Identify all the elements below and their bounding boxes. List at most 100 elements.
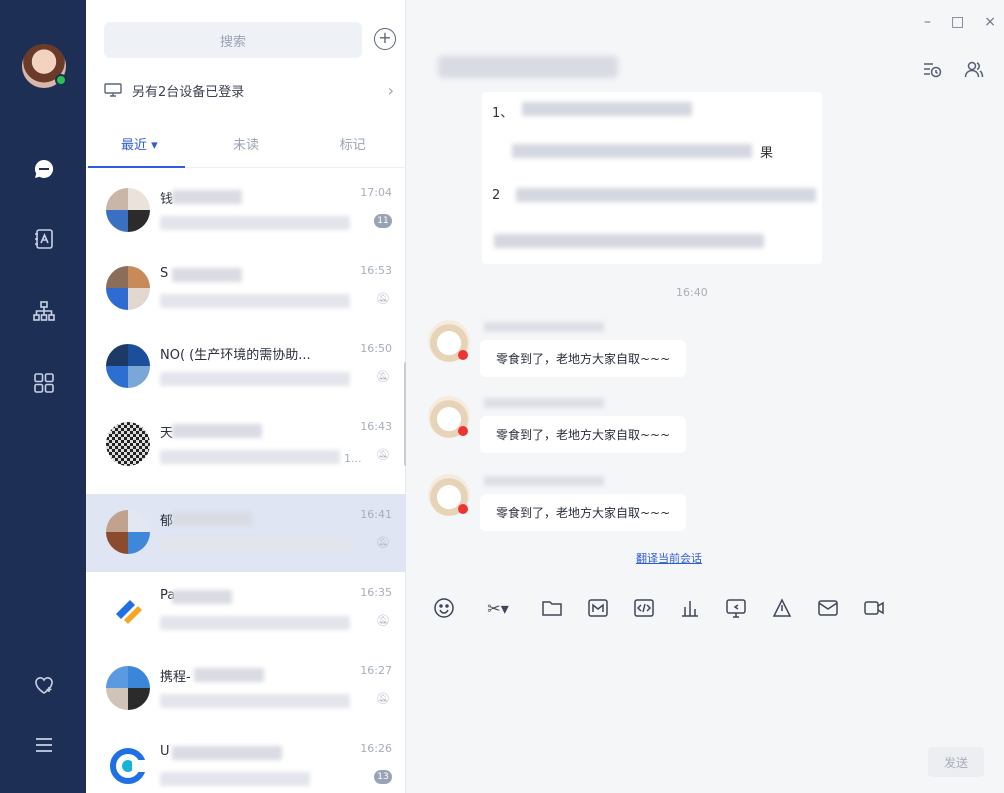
sender-avatar[interactable] [428,320,470,362]
message-bubble[interactable]: 零食到了，老地方大家自取~~~ [480,340,687,377]
redacted-preview [160,616,350,630]
mute-bell-icon: 🔕︎ [376,536,390,549]
conversation-time: 17:04 [360,186,392,199]
sender-avatar[interactable] [428,474,470,516]
translate-conversation-link[interactable]: 翻译当前会话 [636,550,702,566]
my-avatar[interactable] [22,44,67,88]
chat-header-actions [922,60,984,82]
minimize-button[interactable]: – [924,14,931,30]
mute-bell-icon: 🔕︎ [376,692,390,705]
redacted-text [516,188,816,202]
monitor-icon [104,83,122,97]
group-avatar [106,510,150,554]
screenshot-scissors-icon[interactable]: ✂︎▾ [478,596,518,620]
conversation-item[interactable]: 天 16:43 1... 🔕︎ [86,406,406,484]
redacted-name [172,190,242,204]
tab-recent[interactable]: 最近 ▾ [86,120,193,168]
conversation-time: 16:43 [360,420,392,433]
sender-name-redacted [484,322,604,332]
close-button[interactable]: × [984,14,996,30]
conversation-item-selected[interactable]: 郁 16:41 🔕︎ [86,494,406,572]
chat-message: 零食到了，老地方大家自取~~~ [428,474,768,538]
qr-avatar [106,422,150,466]
redacted-preview [160,450,340,464]
composer-toolbar: ✂︎▾ [432,596,886,620]
search-input[interactable]: 搜索 [104,22,362,58]
menu-hamburger-icon[interactable] [27,728,61,762]
conversation-item[interactable]: S 16:53 🔕︎ [86,250,406,328]
mute-bell-icon: 🔕︎ [376,292,390,305]
conversation-time: 16:26 [360,742,392,755]
conversation-time: 16:53 [360,264,392,277]
redacted-preview [160,216,350,230]
conversation-time: 16:27 [360,664,392,677]
conversation-name: NO( (生产环境的需协助... [160,348,311,363]
conversation-time: 16:41 [360,508,392,521]
folder-icon[interactable] [540,596,564,620]
app-window: 搜索 + 另有2台设备已登录 › 最近 ▾ 未读 标记 钱 17:04 11 S… [0,0,1004,793]
tab-marked[interactable]: 标记 [299,120,406,167]
chat-title-redacted [438,56,618,78]
conversation-list-panel: 搜索 + 另有2台设备已登录 › 最近 ▾ 未读 标记 钱 17:04 11 S… [86,0,406,793]
redacted-preview [160,294,350,308]
redacted-text [522,102,692,116]
redacted-text [494,234,764,248]
chat-message: 零食到了，老地方大家自取~~~ [428,320,768,384]
maximize-button[interactable]: □ [951,14,964,30]
redacted-preview [160,772,310,786]
chevron-right-icon: › [387,80,394,100]
triangle-shape-icon[interactable] [770,596,794,620]
conversation-item[interactable]: U 16:26 13 [86,728,406,793]
redacted-name [172,746,282,760]
message-bubble[interactable]: 零食到了，老地方大家自取~~~ [480,416,687,453]
card-line-label: 1、 [492,106,514,121]
card-line-label: 2 [492,188,501,203]
redacted-name [172,590,232,604]
code-block-icon[interactable] [632,596,656,620]
create-plus-button[interactable]: + [374,28,396,50]
message-card: 1、 果 2 [482,92,822,264]
sender-avatar[interactable] [428,396,470,438]
video-call-icon[interactable] [862,596,886,620]
history-icon[interactable] [922,60,942,82]
mute-bell-icon: 🔕︎ [376,614,390,627]
logged-in-devices-bar[interactable]: 另有2台设备已登录 › [104,80,394,100]
conversation-time: 16:35 [360,586,392,599]
message-bubble[interactable]: 零食到了，老地方大家自取~~~ [480,494,687,531]
send-button[interactable]: 发送 [928,747,984,777]
redacted-preview [160,372,350,386]
favorites-heart-icon[interactable] [27,668,61,702]
redacted-preview [160,694,350,708]
group-avatar [106,666,150,710]
screen-share-icon[interactable] [724,596,748,620]
emoji-icon[interactable] [432,596,456,620]
vote-chart-icon[interactable] [678,596,702,620]
app-logo-avatar [106,588,150,632]
conversation-item[interactable]: 携程- 16:27 🔕︎ [86,650,406,728]
contacts-icon[interactable] [27,222,61,256]
markdown-icon[interactable] [586,596,610,620]
sender-name-redacted [484,476,604,486]
list-tabs: 最近 ▾ 未读 标记 [86,120,406,168]
conversation-item[interactable]: Pa 16:35 🔕︎ [86,572,406,650]
redacted-name [172,268,242,282]
card-line-label: 果 [760,146,774,161]
conversation-item[interactable]: NO( (生产环境的需协助... 16:50 🔕︎ [86,328,406,406]
nav-rail [0,0,86,793]
group-avatar [106,188,150,232]
members-icon[interactable] [964,60,984,82]
apps-grid-icon[interactable] [27,366,61,400]
group-avatar [106,344,150,388]
preview-tail: 1... [344,452,362,465]
unread-badge: 13 [374,770,392,784]
org-chart-icon[interactable] [27,294,61,328]
chat-panel: – □ × 1、 果 2 16:40 零食到了，老地方大家自取~~~ 零食到了，… [406,0,1004,793]
conversation-time: 16:50 [360,342,392,355]
conversation-item[interactable]: 钱 17:04 11 [86,172,406,250]
unread-badge: 11 [374,214,392,228]
tab-unread[interactable]: 未读 [193,120,300,167]
messages-icon[interactable] [27,152,61,186]
mail-icon[interactable] [816,596,840,620]
redacted-preview [160,538,350,552]
app-logo-avatar [106,744,150,788]
